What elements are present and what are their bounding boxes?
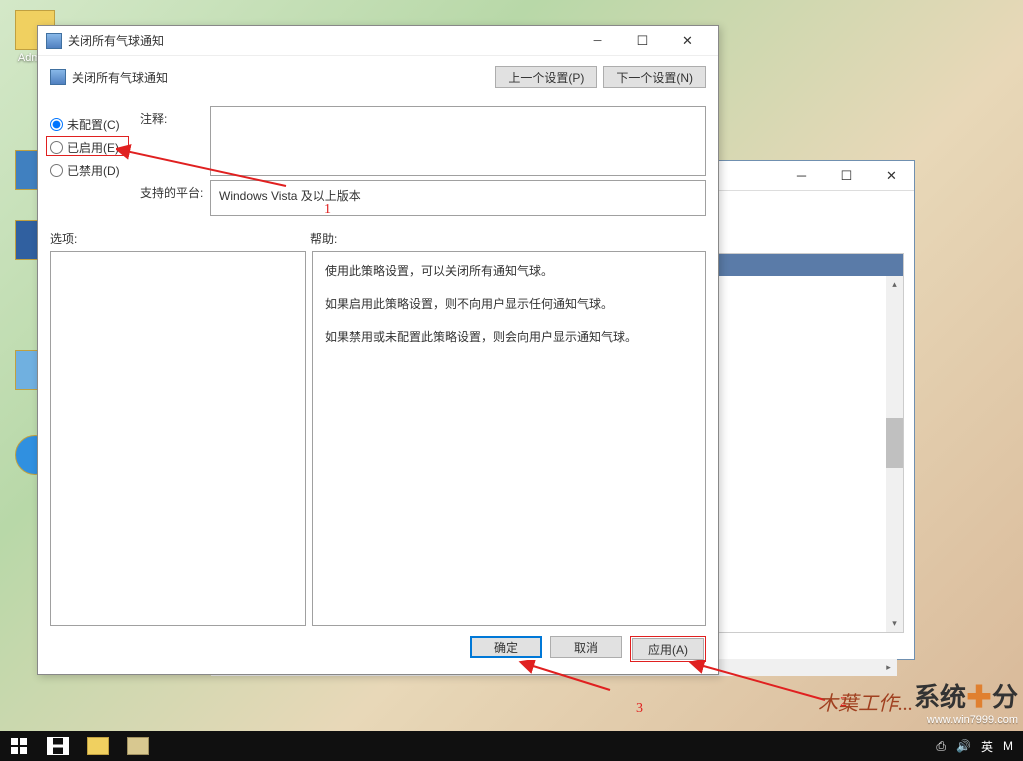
system-tray: ⎙ 🔊 英 M [926,738,1023,755]
radio-not-configured[interactable]: 未配置(C) [50,116,140,133]
vertical-scrollbar[interactable]: ▴ ▾ [886,276,903,632]
tray-icon[interactable]: ⎙ [936,739,946,754]
apply-button[interactable]: 应用(A) [632,638,704,660]
radio-input[interactable] [50,118,63,131]
annotation-arrow-2 [685,660,835,710]
taskbar[interactable]: ⎙ 🔊 英 M [0,731,1023,761]
scroll-right-icon[interactable]: ▸ [880,659,897,676]
watermark-logo: 系统✚分 [914,677,1018,714]
scrollbar-thumb[interactable] [886,418,903,468]
taskbar-notepad[interactable] [118,731,158,761]
radio-label: 未配置(C) [67,116,120,133]
policy-name: 关闭所有气球通知 [72,69,495,86]
watermark: 系统✚分 www.win7999.com [914,677,1018,726]
window2-controls: ─ ☐ ✕ [779,162,914,190]
start-button[interactable] [0,731,38,761]
maximize-button[interactable] [620,27,665,55]
radio-label: 已禁用(D) [67,162,120,179]
watermark-studio: 木葉工作... [818,687,913,716]
minimize-button[interactable] [575,27,620,55]
folder-icon [87,737,109,755]
policy-icon [46,33,62,49]
watermark-url: www.win7999.com [914,714,1018,726]
next-setting-button[interactable]: 下一个设置(N) [603,66,706,88]
windows-icon [11,738,27,754]
lower-panels: 使用此策略设置，可以关闭所有通知气球。 如果启用此策略设置，则不向用户显示任何通… [50,251,706,626]
annotation-highlight-2: 应用(A) [630,636,706,662]
annotation-arrow-1 [116,136,296,196]
previous-setting-button[interactable]: 上一个设置(P) [495,66,597,88]
window-controls [575,27,710,55]
section-labels: 选项: 帮助: [50,230,706,247]
close-button[interactable]: ✕ [869,162,914,190]
minimize-button[interactable]: ─ [779,162,824,190]
notepad-icon [127,737,149,755]
dialog-title: 关闭所有气球通知 [68,32,575,49]
help-paragraph: 如果启用此策略设置，则不向用户显示任何通知气球。 [325,295,693,314]
dialog-titlebar[interactable]: 关闭所有气球通知 [38,26,718,56]
options-panel [50,251,306,626]
dialog-body: 关闭所有气球通知 上一个设置(P) 下一个设置(N) 未配置(C) 已启用(E)… [38,56,718,674]
tray-ime-mode[interactable]: M [1003,739,1013,753]
task-view-icon [47,737,69,755]
help-paragraph: 使用此策略设置，可以关闭所有通知气球。 [325,262,693,281]
radio-label: 已启用(E) [67,139,119,156]
maximize-button[interactable]: ☐ [824,162,869,190]
policy-settings-dialog: 关闭所有气球通知 关闭所有气球通知 上一个设置(P) 下一个设置(N) 未配置(… [37,25,719,675]
task-view-button[interactable] [38,731,78,761]
ok-button[interactable]: 确定 [470,636,542,658]
policy-icon [50,69,66,85]
subtitle-row: 关闭所有气球通知 上一个设置(P) 下一个设置(N) [50,66,706,88]
help-paragraph: 如果禁用或未配置此策略设置，则会向用户显示通知气球。 [325,328,693,347]
help-label: 帮助: [310,230,706,247]
radio-input[interactable] [50,141,63,154]
dialog-button-row: 确定 取消 应用(A) [50,636,706,662]
options-label: 选项: [50,230,310,247]
tray-ime-lang[interactable]: 英 [981,738,993,755]
help-panel: 使用此策略设置，可以关闭所有通知气球。 如果启用此策略设置，则不向用户显示任何通… [312,251,706,626]
scroll-up-icon[interactable]: ▴ [886,276,903,293]
scroll-down-icon[interactable]: ▾ [886,615,903,632]
tray-volume-icon[interactable]: 🔊 [956,739,971,753]
cancel-button[interactable]: 取消 [550,636,622,658]
close-button[interactable] [665,27,710,55]
taskbar-file-explorer[interactable] [78,731,118,761]
annotation-arrow-3 [510,660,630,700]
radio-input[interactable] [50,164,63,177]
